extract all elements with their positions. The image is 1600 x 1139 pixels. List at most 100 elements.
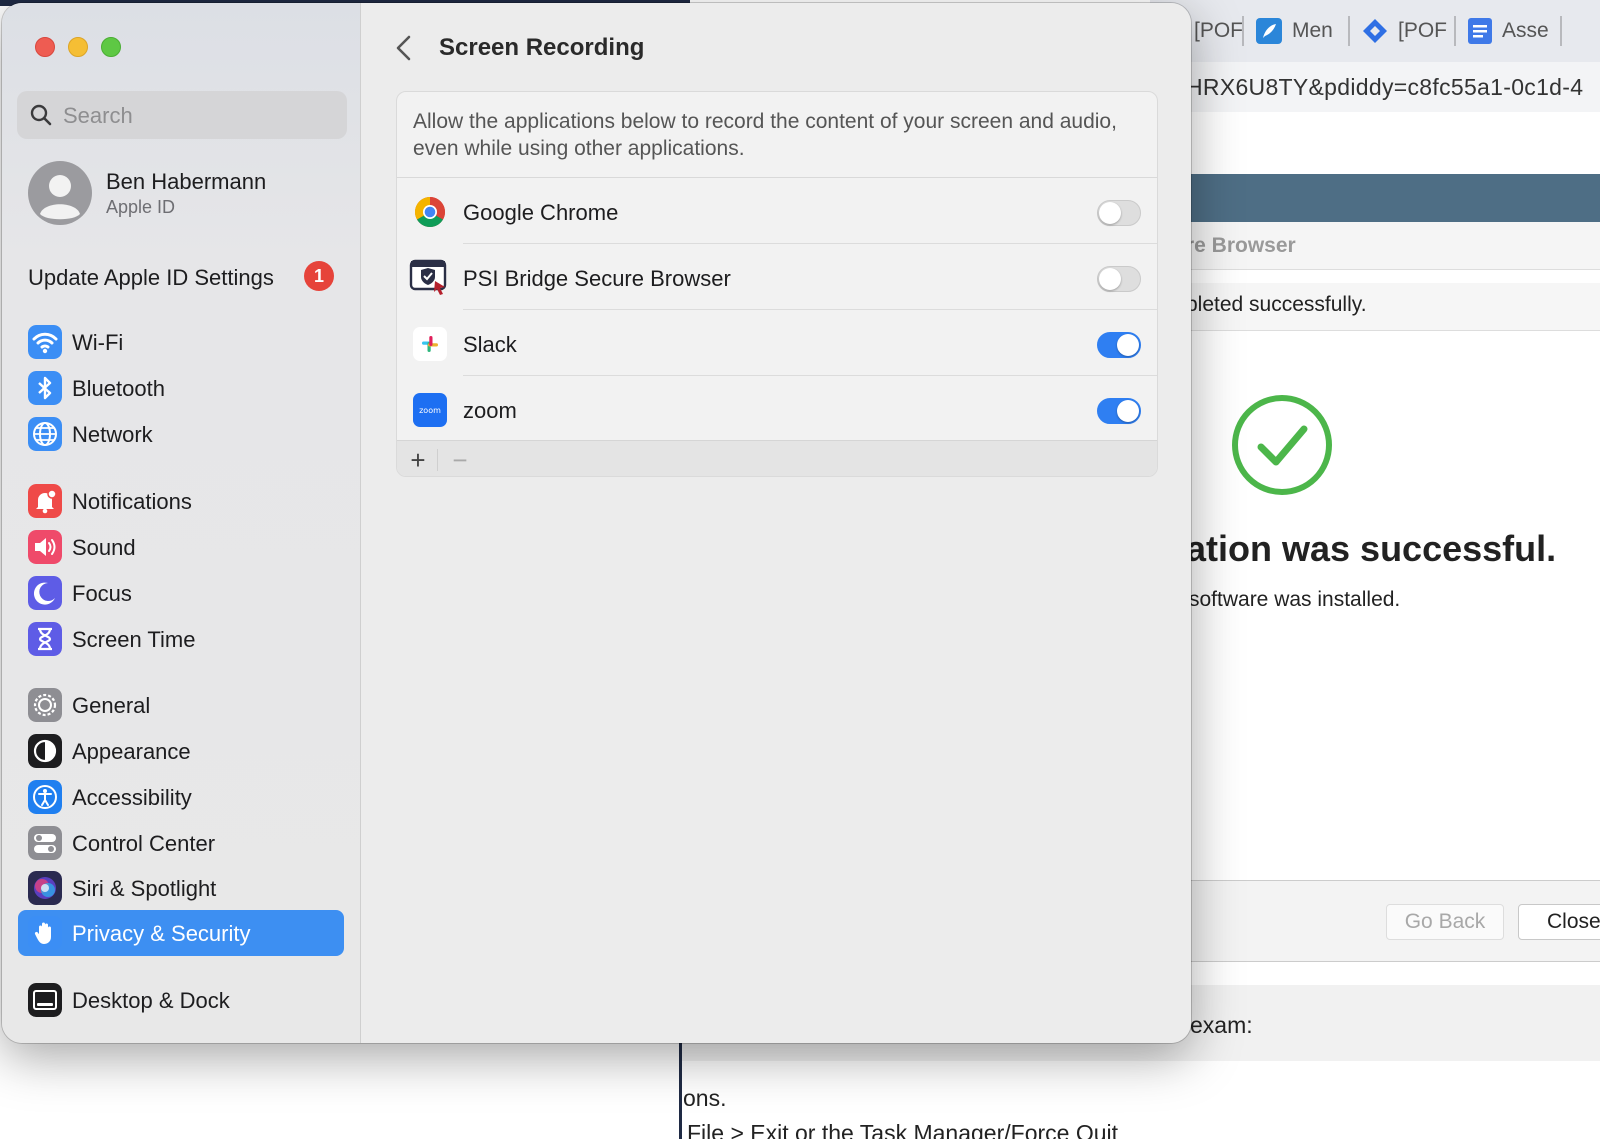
sidebar-item-notifications[interactable]: Notifications: [18, 478, 344, 524]
toggle-knob: [1117, 334, 1139, 356]
sidebar: Search Ben Habermann Apple ID Update App…: [2, 3, 361, 1043]
panel-description: Allow the applications below to record t…: [413, 110, 1117, 160]
notification-badge: 1: [304, 261, 334, 291]
instructions-file-text: File > Exit or the Task Manager/Force Qu…: [687, 1120, 1119, 1139]
list-toolbar: + −: [397, 440, 1157, 476]
update-label: Update Apple ID Settings: [28, 265, 274, 290]
sidebar-item-network[interactable]: Network: [18, 411, 344, 457]
psi-bridge-toggle[interactable]: [1097, 266, 1141, 292]
installer-status-message: pleted successfully.: [1150, 283, 1600, 331]
address-bar[interactable]: HRX6U8TY&pdiddy=c8fc55a1-0c1d-4: [1150, 62, 1600, 112]
tab-divider: [1348, 16, 1350, 46]
sidebar-item-label: General: [72, 693, 151, 718]
toolbar-divider: [437, 449, 438, 471]
docs-icon: [1468, 18, 1492, 44]
update-apple-id-settings[interactable]: Update Apple ID Settings 1: [28, 259, 338, 295]
sidebar-item-screen-time[interactable]: Screen Time: [18, 616, 344, 662]
hourglass-icon: [28, 622, 62, 656]
tab-divider: [1242, 16, 1244, 46]
browser-tab-2[interactable]: Men: [1256, 14, 1333, 48]
sidebar-item-label: Bluetooth: [72, 376, 165, 401]
sidebar-item-desktop-dock[interactable]: Desktop & Dock: [18, 977, 344, 1023]
dock-icon: [28, 983, 62, 1017]
sidebar-item-label: Notifications: [72, 489, 192, 514]
sidebar-item-privacy-security[interactable]: Privacy & Security: [18, 910, 344, 956]
tab-divider: [1454, 16, 1456, 46]
sidebar-item-accessibility[interactable]: Accessibility: [18, 774, 344, 820]
browser-tab-4[interactable]: Asse: [1468, 14, 1549, 48]
toggle-knob: [1099, 202, 1121, 224]
close-window-button[interactable]: [35, 37, 55, 57]
sidebar-item-label: Siri & Spotlight: [72, 876, 217, 901]
toggle-knob: [1117, 400, 1139, 422]
app-name: PSI Bridge Secure Browser: [463, 266, 731, 291]
success-check-icon: [1232, 395, 1332, 495]
gear-icon: [28, 688, 62, 722]
bluetooth-icon: [28, 371, 62, 405]
back-chevron-icon[interactable]: [392, 33, 416, 63]
bell-icon: [28, 484, 62, 518]
remove-app-button[interactable]: −: [449, 445, 471, 476]
moon-icon: [28, 576, 62, 610]
toggle-knob: [1099, 268, 1121, 290]
app-name: zoom: [463, 398, 517, 423]
sidebar-item-label: Screen Time: [72, 627, 196, 652]
user-name: Ben Habermann: [106, 169, 267, 194]
app-row: PSI Bridge Secure Browser: [397, 244, 1157, 310]
instructions-text: ons.: [683, 1085, 727, 1111]
chrome-icon: [414, 197, 446, 228]
success-heading: ation was successful.: [1186, 528, 1557, 569]
browser-tab-label: [POF: [1398, 19, 1448, 42]
sidebar-item-sound[interactable]: Sound: [18, 524, 344, 570]
sidebar-item-label: Control Center: [72, 831, 216, 856]
sidebar-item-general[interactable]: General: [18, 682, 344, 728]
sidebar-item-label: Wi-Fi: [72, 330, 124, 355]
tab-divider: [1560, 16, 1562, 46]
svg-text:zoom: zoom: [419, 406, 441, 415]
sidebar-item-label: Sound: [72, 535, 136, 560]
search-placeholder: Search: [63, 103, 133, 128]
feather-icon: [1256, 18, 1282, 44]
app-row: Google Chrome: [397, 178, 1157, 244]
zoom-window-button[interactable]: [101, 37, 121, 57]
avatar: [28, 161, 92, 225]
add-app-button[interactable]: +: [407, 445, 429, 476]
search-icon: [30, 104, 52, 126]
zoom-toggle[interactable]: [1097, 398, 1141, 424]
accessibility-icon: [28, 780, 62, 814]
system-settings-window: Search Ben Habermann Apple ID Update App…: [2, 3, 1191, 1043]
sidebar-item-siri-spotlight[interactable]: Siri & Spotlight: [18, 865, 344, 911]
sidebar-item-bluetooth[interactable]: Bluetooth: [18, 365, 344, 411]
sidebar-item-appearance[interactable]: Appearance: [18, 728, 344, 774]
go-back-button[interactable]: Go Back: [1386, 904, 1504, 940]
psi-bridge-icon: [409, 259, 447, 295]
jira-icon: [1363, 19, 1387, 43]
globe-icon: [28, 417, 62, 451]
browser-tab-3[interactable]: [POF: [1362, 14, 1447, 48]
wifi-icon: [28, 325, 62, 359]
close-button[interactable]: Close: [1518, 904, 1600, 940]
sidebar-item-label: Appearance: [72, 739, 191, 764]
slack-toggle[interactable]: [1097, 332, 1141, 358]
sidebar-item-control-center[interactable]: Control Center: [18, 820, 344, 866]
sidebar-item-wifi[interactable]: Wi-Fi: [18, 319, 344, 365]
chrome-toggle[interactable]: [1097, 200, 1141, 226]
sidebar-item-label: Network: [72, 422, 153, 447]
app-name: Slack: [463, 332, 517, 357]
app-row: Slack: [397, 310, 1157, 376]
sidebar-item-label: Focus: [72, 581, 132, 606]
app-name: Google Chrome: [463, 200, 619, 225]
slack-icon: [413, 327, 447, 361]
apple-id-account[interactable]: Ben Habermann Apple ID: [28, 161, 348, 225]
sidebar-item-focus[interactable]: Focus: [18, 570, 344, 616]
browser-tab-label: Men: [1292, 19, 1333, 42]
minimize-window-button[interactable]: [68, 37, 88, 57]
browser-tab-label: [POF: [1194, 19, 1244, 42]
speaker-icon: [28, 530, 62, 564]
sidebar-item-label: Accessibility: [72, 785, 192, 810]
search-input[interactable]: Search: [17, 91, 347, 139]
user-subtitle: Apple ID: [106, 197, 176, 217]
page-title: Screen Recording: [439, 34, 645, 61]
siri-icon: [28, 871, 62, 905]
switches-icon: [28, 826, 62, 860]
